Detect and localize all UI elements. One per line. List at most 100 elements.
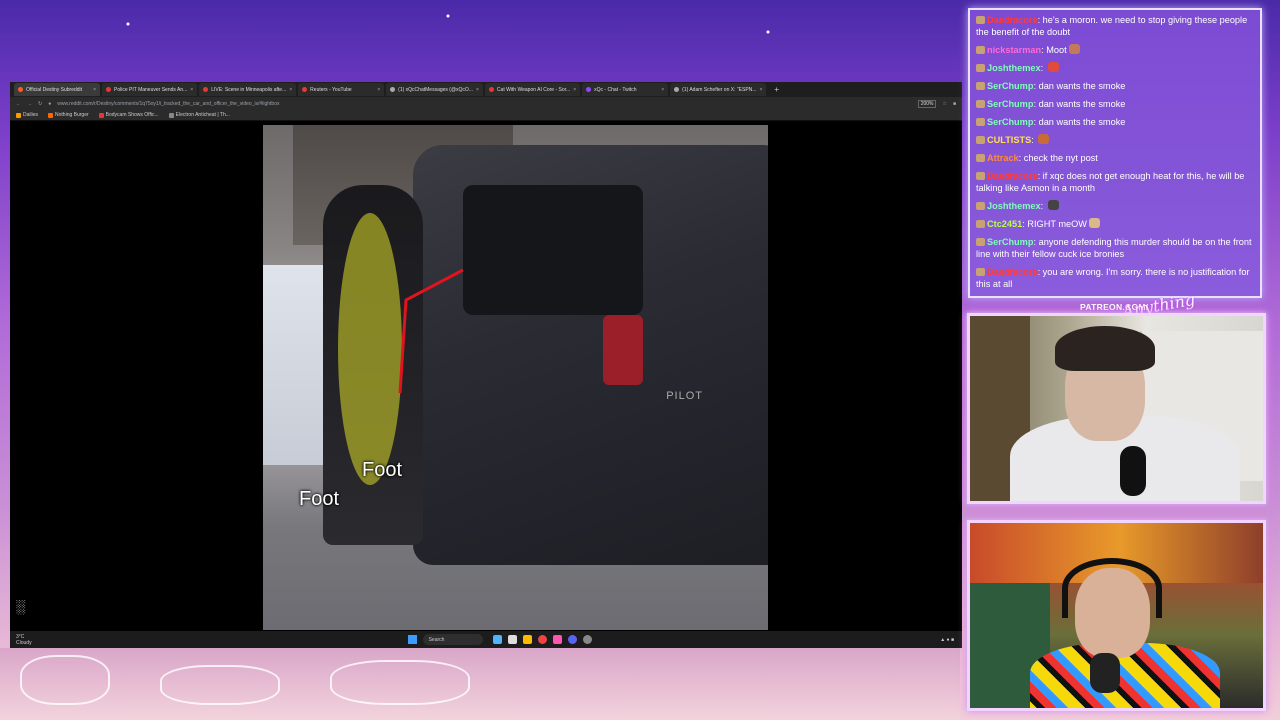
browser-tab[interactable]: Official Destiny Subreddit × (14, 83, 100, 96)
user-badge-icon (976, 202, 985, 210)
taskbar-app-icon[interactable] (492, 635, 502, 644)
windows-start-icon[interactable] (407, 635, 417, 644)
user-badge-icon (976, 64, 985, 72)
webcam-streamer-2 (967, 520, 1266, 711)
chat-message: SerChump: dan wants the smoke (976, 80, 1254, 92)
chat-text: dan wants the smoke (1038, 81, 1126, 91)
chat-message: Ctc2451: RIGHT meOW (976, 218, 1254, 230)
user-badge-icon (976, 154, 985, 162)
decor-crack (20, 655, 110, 705)
tab-label: Reuters - YouTube (310, 86, 352, 93)
taskbar-app-icon[interactable] (552, 635, 562, 644)
tab-label: Police PIT Maneuver Sends An... (114, 86, 188, 93)
chat-message: Joshthemex: (976, 62, 1254, 74)
taskbar-search[interactable]: Search (422, 634, 483, 645)
tab-close-icon[interactable]: × (190, 87, 193, 93)
weather-widget[interactable]: 3°C Cloudy (16, 634, 32, 646)
chat-username[interactable]: SerChump (987, 99, 1033, 109)
browser-tab[interactable]: (1) xQcChatMessages (@xQcO... × (386, 83, 483, 96)
video-label-foot: Foot (299, 488, 340, 510)
tab-label: (1) Adam Schefter on X: "ESPN... (682, 86, 757, 93)
chat-username[interactable]: Daedracore (987, 267, 1038, 277)
forward-icon[interactable]: → (27, 101, 32, 107)
user-badge-icon (976, 100, 985, 108)
user-badge-icon (976, 238, 985, 246)
chat-message: SerChump: dan wants the smoke (976, 98, 1254, 110)
decor-crack (160, 665, 280, 705)
chat-username[interactable]: Daedracore (987, 15, 1038, 25)
app-logo-icon: ░ (16, 599, 26, 614)
tab-close-icon[interactable]: × (759, 87, 762, 93)
tab-close-icon[interactable]: × (573, 87, 576, 93)
tab-close-icon[interactable]: × (661, 87, 664, 93)
tab-favicon-icon (674, 87, 680, 92)
tab-favicon-icon (18, 87, 23, 92)
tab-label: xQc - Chat - Twitch (594, 86, 637, 93)
taskbar: 3°C Cloudy Search ▲ ● ■ (10, 631, 962, 648)
chat-emote-icon (1047, 62, 1059, 72)
chat-text: check the nyt post (1023, 153, 1098, 163)
chat-username[interactable]: SerChump (987, 117, 1033, 127)
chat-username[interactable]: Daedracore (987, 171, 1038, 181)
chat-username[interactable]: Joshthemex (987, 63, 1041, 73)
reload-icon[interactable]: ↻ (38, 101, 42, 107)
decor-crack (330, 660, 470, 705)
tab-close-icon[interactable]: × (93, 87, 96, 93)
video-label-foot: Foot (362, 459, 403, 481)
tab-bar: Official Destiny Subreddit × Police PIT Ma… (10, 82, 962, 97)
video-frame[interactable]: PILOT Foot Foot (263, 125, 768, 630)
tab-label: (1) xQcChatMessages (@xQcO... (398, 86, 473, 93)
chat-username[interactable]: nickstarman (987, 45, 1041, 55)
tab-favicon-icon (106, 87, 111, 92)
bookmarks-bar: Dailies Nothing Burger Bodycam Shows Off… (10, 110, 962, 121)
chat-message: Joshthemex: (976, 200, 1254, 212)
folder-icon[interactable] (522, 635, 532, 644)
tab-favicon-icon (203, 87, 209, 92)
chat-text: dan wants the smoke (1038, 117, 1126, 127)
tab-favicon-icon (586, 87, 592, 92)
settings-icon[interactable] (582, 635, 592, 644)
chat-message: CULTISTS: (976, 134, 1254, 146)
chat-username[interactable]: CULTISTS (987, 135, 1031, 145)
chat-message: Daedracore: you are wrong. I'm sorry. th… (976, 267, 1250, 289)
browser-icon[interactable] (537, 635, 547, 644)
zoom-indicator[interactable]: 200% (917, 99, 937, 108)
chat-username[interactable]: Joshthemex (987, 201, 1041, 211)
user-badge-icon (976, 82, 985, 90)
chat-username[interactable]: SerChump (987, 237, 1033, 247)
taskbar-app-icon[interactable] (507, 635, 517, 644)
chat-message: SerChump: anyone defending this murder s… (976, 237, 1252, 259)
user-badge-icon (976, 220, 985, 228)
tab-close-icon[interactable]: × (377, 87, 380, 93)
system-tray-icons[interactable]: ▲ ● ■ (940, 637, 954, 643)
tab-close-icon[interactable]: × (476, 87, 479, 93)
user-badge-icon (976, 118, 985, 126)
browser-tab[interactable]: Reuters - YouTube × (298, 83, 385, 96)
new-tab-button[interactable]: + (768, 85, 785, 94)
browser-tab[interactable]: Cat With Weapon AI Core - Sor... × (484, 83, 581, 96)
chat-message: Attrack: check the nyt post (976, 152, 1254, 164)
chat-username[interactable]: Attrack (987, 153, 1019, 163)
browser-tab[interactable]: (1) Adam Schefter on X: "ESPN... × (670, 83, 767, 96)
bookmark-item[interactable]: Bodycam Shows Offic... (98, 112, 159, 118)
browser-tab[interactable]: Police PIT Maneuver Sends An... × (102, 83, 198, 96)
bookmark-item[interactable]: Nothing Burger (48, 112, 89, 118)
browser-tab[interactable]: LIVE: Scene in Minneapolis afte... × (199, 83, 297, 96)
back-icon[interactable]: ← (16, 101, 21, 107)
chat-panel: Daedracore: he's a moron. we need to sto… (968, 8, 1262, 298)
extensions-icon[interactable]: ■ (953, 101, 956, 107)
star-icon[interactable]: ☆ (942, 101, 946, 107)
user-badge-icon (976, 136, 985, 144)
chat-username[interactable]: Ctc2451 (987, 219, 1022, 229)
bookmark-item[interactable]: Dailies (16, 112, 38, 118)
user-badge-icon (976, 16, 985, 24)
browser-tab[interactable]: xQc - Chat - Twitch × (582, 83, 669, 96)
bookmark-item[interactable]: Electron Anticheat | Th... (168, 112, 230, 118)
chat-text: Moot (1046, 45, 1067, 55)
url-field[interactable]: www.reddit.com/r/Destiny/comments/1q75oy… (57, 101, 911, 107)
address-bar: ← → ↻ ● www.reddit.com/r/Destiny/comment… (10, 97, 962, 110)
browser-window: Official Destiny Subreddit × Police PIT Ma… (10, 82, 962, 648)
chat-username[interactable]: SerChump (987, 81, 1033, 91)
tab-close-icon[interactable]: × (289, 87, 292, 93)
discord-icon[interactable] (567, 635, 577, 644)
